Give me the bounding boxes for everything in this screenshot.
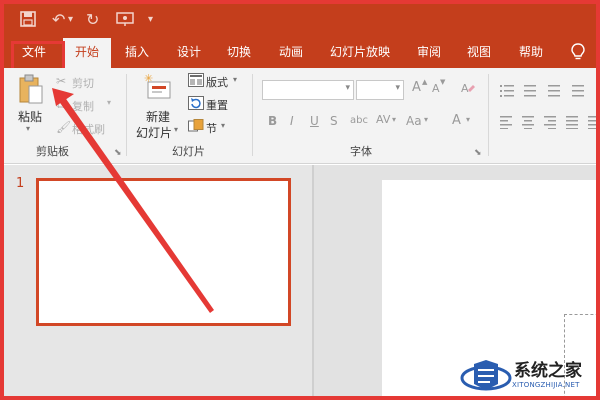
customize-qat-icon[interactable]: ▾ xyxy=(148,11,153,29)
paste-icon[interactable] xyxy=(18,74,44,108)
shrink-arrow-icon: ▼ xyxy=(440,78,446,86)
strikethrough-button[interactable]: S xyxy=(330,114,338,128)
slide-number: 1 xyxy=(16,176,25,191)
tab-view[interactable]: 视图 xyxy=(458,38,500,68)
font-name-select[interactable]: ▾ xyxy=(262,80,354,100)
slide-thumbnail[interactable] xyxy=(36,178,291,326)
tab-design[interactable]: 设计 xyxy=(168,38,210,68)
font-group-label: 字体 xyxy=(350,145,372,158)
screenshot-frame: ↶ ▾ ↻ ▾ 文件 开始 插入 设计 切换 动画 幻灯片放映 审阅 视图 帮助… xyxy=(0,0,600,400)
text-shadow-button[interactable]: abc xyxy=(350,115,368,126)
change-case-button[interactable]: Aa xyxy=(406,114,422,128)
paste-button[interactable]: 粘贴 xyxy=(18,108,42,125)
slides-group-label: 幻灯片 xyxy=(172,145,205,158)
group-divider xyxy=(252,74,253,156)
font-color-button[interactable]: A xyxy=(452,113,461,128)
undo-icon[interactable]: ↶ xyxy=(52,11,65,29)
chevron-down-icon: ▾ xyxy=(395,83,400,93)
font-size-select[interactable]: ▾ xyxy=(356,80,404,100)
font-grow-button[interactable]: A xyxy=(412,80,421,95)
format-painter-icon: 🖌 xyxy=(56,120,72,134)
new-slide-dropdown-icon[interactable]: ▾ xyxy=(174,125,178,134)
tab-transitions[interactable]: 切换 xyxy=(218,38,260,68)
group-divider xyxy=(488,74,489,156)
layout-icon xyxy=(188,73,204,90)
font-color-dropdown-icon[interactable]: ▾ xyxy=(466,115,470,124)
clipboard-launcher-icon[interactable]: ⬊ xyxy=(114,148,122,158)
bold-button[interactable]: B xyxy=(268,114,277,128)
tab-home[interactable]: 开始 xyxy=(63,38,111,68)
font-shrink-button[interactable]: A xyxy=(432,82,440,95)
tab-help[interactable]: 帮助 xyxy=(510,38,552,68)
char-spacing-button[interactable]: AV xyxy=(376,113,390,126)
format-painter-button[interactable]: 格式刷 xyxy=(72,121,105,137)
group-divider xyxy=(126,74,127,156)
layout-button[interactable]: 版式 xyxy=(206,74,228,90)
redo-icon[interactable]: ↻ xyxy=(86,11,99,29)
cut-button[interactable]: 剪切 xyxy=(72,75,94,91)
new-slide-button[interactable]: 幻灯片 xyxy=(136,124,172,141)
alignment-buttons xyxy=(500,114,596,130)
layout-dropdown-icon[interactable]: ▾ xyxy=(233,75,237,84)
tab-review[interactable]: 审阅 xyxy=(408,38,450,68)
clear-format-icon[interactable]: A xyxy=(460,80,476,99)
tab-animations[interactable]: 动画 xyxy=(270,38,312,68)
copy-button[interactable]: 复制 xyxy=(72,98,94,114)
copy-icon: ⧉ xyxy=(56,97,65,111)
grow-arrow-icon: ▲ xyxy=(422,78,428,86)
italic-button[interactable]: I xyxy=(290,114,294,128)
watermark-subtitle: XITONGZHIJIA.NET xyxy=(512,381,580,389)
reset-icon xyxy=(188,96,204,113)
new-slide-label-1[interactable]: 新建 xyxy=(146,108,170,125)
list-buttons xyxy=(500,82,596,97)
reset-button[interactable]: 重置 xyxy=(206,97,228,113)
svg-text:A: A xyxy=(461,82,469,95)
tab-insert[interactable]: 插入 xyxy=(116,38,158,68)
undo-dropdown-icon[interactable]: ▾ xyxy=(68,11,73,29)
change-case-dropdown-icon[interactable]: ▾ xyxy=(424,115,428,124)
lightbulb-icon[interactable] xyxy=(564,38,592,68)
quick-access-toolbar: ↶ ▾ ↻ ▾ xyxy=(4,4,596,38)
section-dropdown-icon[interactable]: ▾ xyxy=(221,121,225,130)
clipboard-group-label: 剪贴板 xyxy=(36,145,69,158)
font-launcher-icon[interactable]: ⬊ xyxy=(474,148,482,158)
ribbon-tabs: 文件 开始 插入 设计 切换 动画 幻灯片放映 审阅 视图 帮助 xyxy=(4,38,596,68)
section-button[interactable]: 节 xyxy=(206,120,217,136)
watermark-logo-icon xyxy=(460,360,512,391)
new-slide-icon[interactable]: ✳ xyxy=(142,72,174,106)
watermark-title: 系统之家 xyxy=(514,361,582,381)
section-icon xyxy=(188,119,204,136)
svg-text:✳: ✳ xyxy=(144,72,153,85)
save-icon[interactable] xyxy=(20,11,36,31)
ribbon-home: 粘贴 ▾ ✂ 剪切 ⧉ 复制 ▾ 🖌 格式刷 剪贴板 ⬊ ✳ 新建 幻灯片 ▾ … xyxy=(4,68,596,164)
copy-dropdown-icon[interactable]: ▾ xyxy=(107,98,111,107)
char-spacing-dropdown-icon[interactable]: ▾ xyxy=(392,115,396,124)
chevron-down-icon: ▾ xyxy=(345,83,350,93)
paste-dropdown-icon[interactable]: ▾ xyxy=(26,124,30,133)
scissors-icon: ✂ xyxy=(56,74,67,88)
tab-slideshow[interactable]: 幻灯片放映 xyxy=(322,38,398,68)
underline-button[interactable]: U xyxy=(310,114,319,128)
present-icon[interactable] xyxy=(116,11,134,31)
